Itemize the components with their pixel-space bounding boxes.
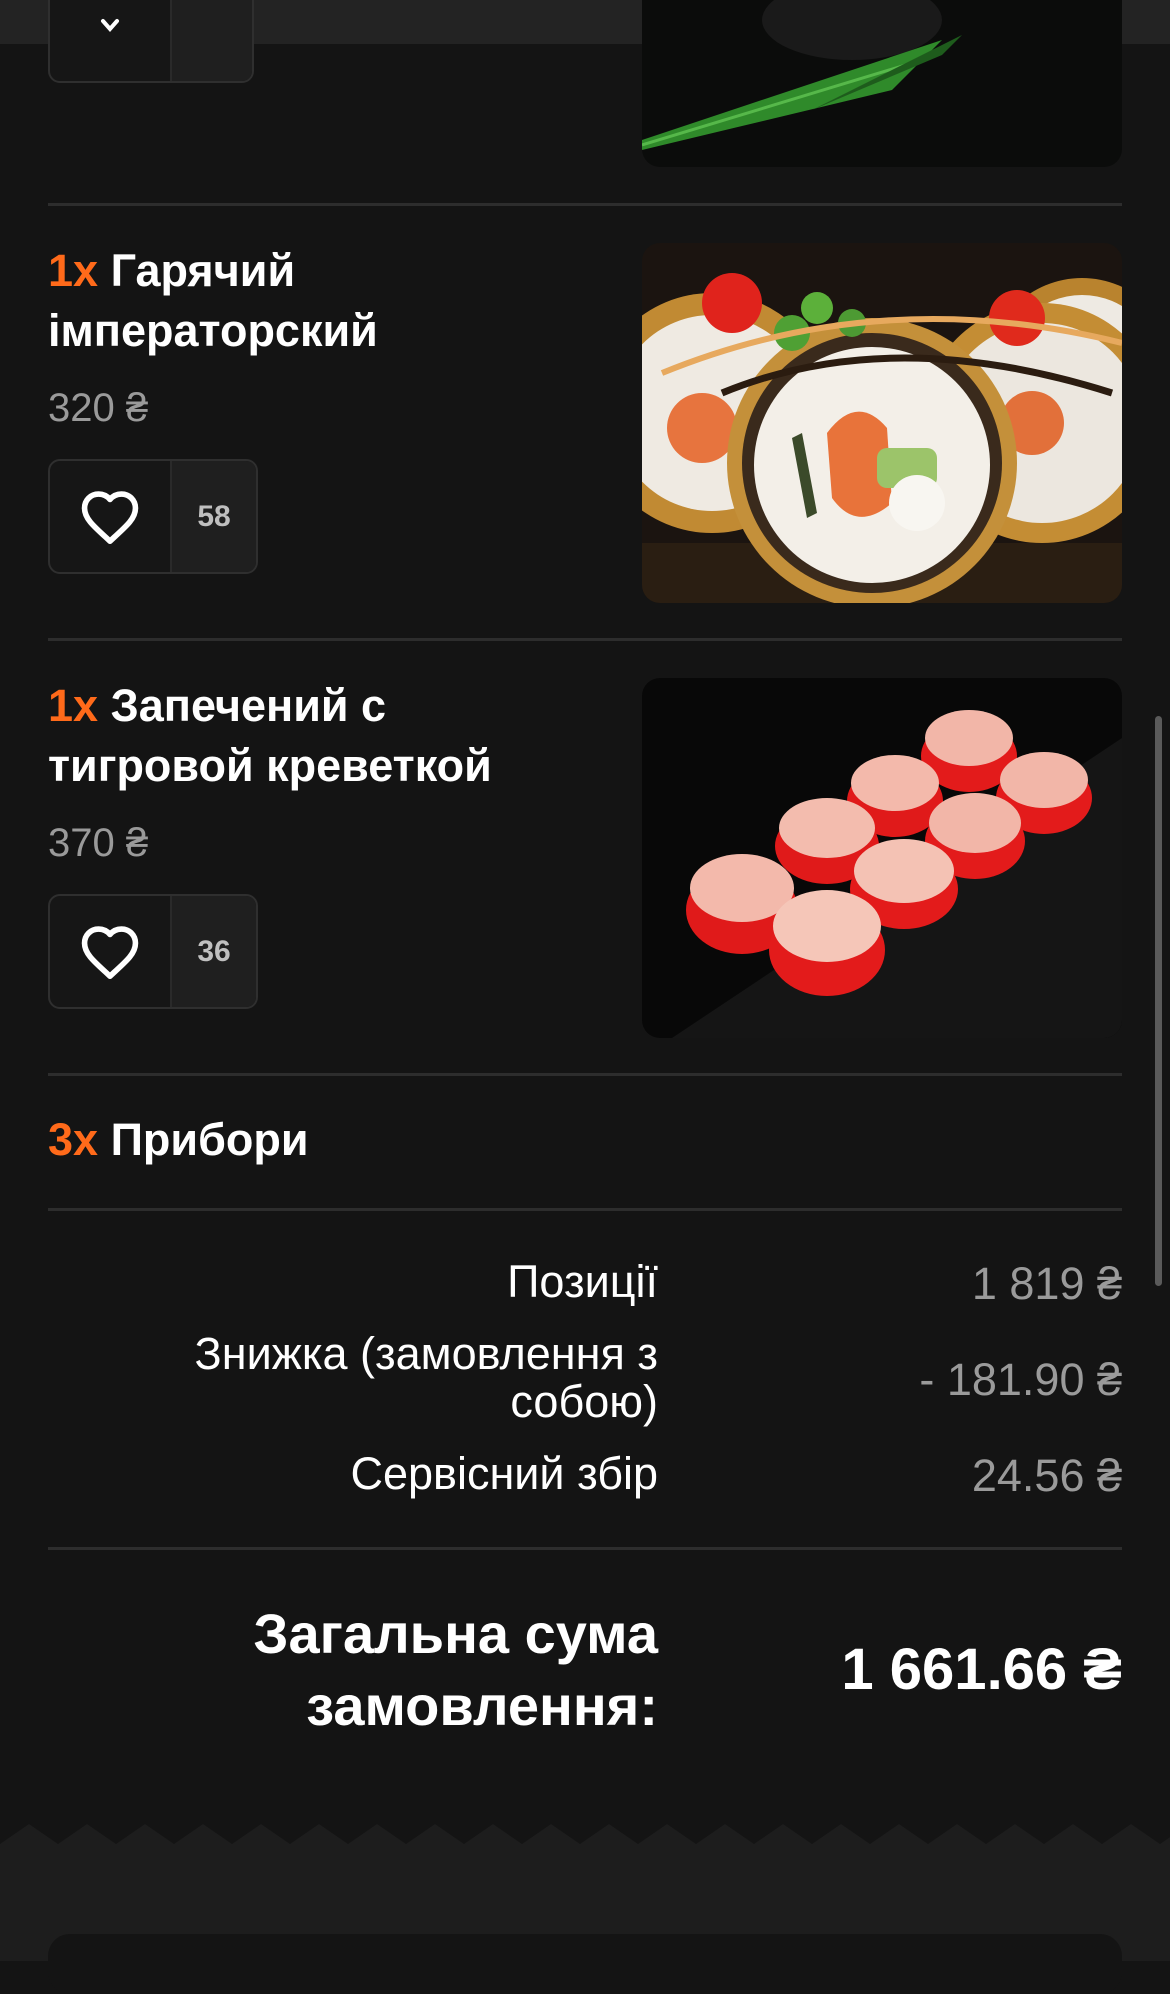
product-photo (642, 678, 1122, 1038)
service-fee-label: Сервісний збір (350, 1448, 658, 1499)
positions-label: Позиції (507, 1256, 658, 1307)
chevron-down-icon (50, 0, 170, 81)
item-qty: 1x (48, 245, 99, 296)
divider (48, 1208, 1122, 1211)
like-count (170, 0, 252, 81)
item-price: 320 ₴ (48, 386, 149, 430)
discount-label-line2: собою) (510, 1376, 658, 1427)
zigzag-separator (0, 1824, 1170, 1862)
like-button[interactable]: 36 (48, 894, 258, 1009)
item-name-line2: імператорский (48, 305, 378, 356)
item-qty: 3x (48, 1114, 99, 1165)
positions-value: 1 819 ₴ (971, 1258, 1122, 1309)
like-count: 58 (170, 461, 256, 572)
product-photo-previous (642, 0, 1122, 167)
like-button-previous[interactable] (48, 0, 254, 83)
discount-value: - 181.90 ₴ (919, 1354, 1122, 1405)
divider (48, 1073, 1122, 1076)
service-fee-value: 24.56 ₴ (971, 1450, 1122, 1501)
total-label-line2: замовлення: (306, 1674, 658, 1737)
divider (48, 638, 1122, 641)
total-label-line1: Загальна сума (253, 1602, 658, 1665)
divider (48, 1547, 1122, 1550)
product-photo (642, 243, 1122, 603)
bottom-card[interactable] (48, 1934, 1122, 1994)
scrollbar[interactable] (1155, 716, 1162, 1286)
item-title: 1x Гарячий імператорский (48, 241, 608, 361)
total-value: 1 661.66 ₴ (841, 1637, 1122, 1702)
total-label: Загальна сума замовлення: (98, 1598, 658, 1742)
like-count: 36 (170, 896, 256, 1007)
heart-icon (50, 461, 170, 572)
cutlery-label: Прибори (110, 1114, 309, 1165)
item-title: 1x Запечений с тигровой креветкой (48, 676, 608, 796)
discount-label-line1: Знижка (замовлення з (194, 1328, 658, 1379)
item-qty: 1x (48, 680, 99, 731)
item-name-line2: тигровой креветкой (48, 740, 492, 791)
heart-icon (50, 896, 170, 1007)
discount-label: Знижка (замовлення з собою) (195, 1330, 658, 1426)
item-name-line1: Запечений с (110, 680, 387, 731)
divider (48, 203, 1122, 206)
like-button[interactable]: 58 (48, 459, 258, 574)
item-price: 370 ₴ (48, 821, 149, 865)
item-name-line1: Гарячий (110, 245, 296, 296)
cutlery-line: 3x Прибори (48, 1110, 748, 1170)
